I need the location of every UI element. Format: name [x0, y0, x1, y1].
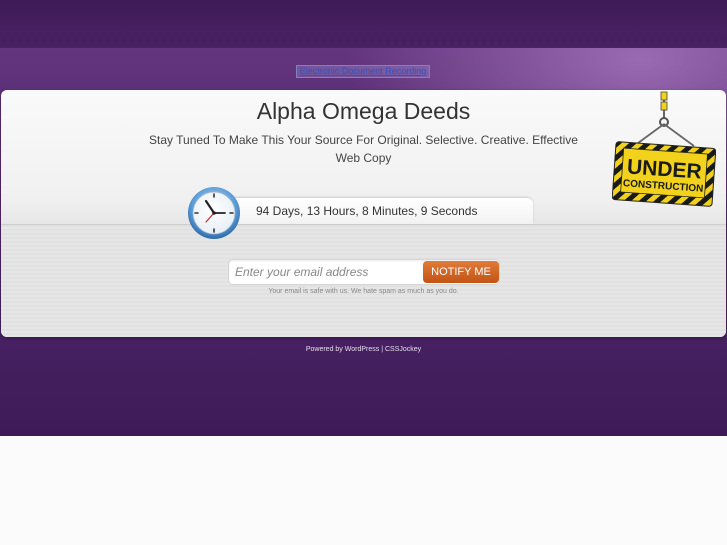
page: Electronic Document Recording Alpha Omeg…	[0, 0, 727, 545]
signup-form: NOTIFY ME	[228, 259, 500, 285]
countdown-text: 94 Days, 13 Hours, 8 Minutes, 9 Seconds	[256, 204, 478, 218]
footer: Powered by WordPress | CSSJockey	[0, 346, 727, 353]
spam-note: Your email is safe with us. We hate spam…	[268, 288, 459, 295]
zigzag-edge	[0, 38, 727, 52]
under-construction-sign: UNDER CONSTRUCTION	[612, 91, 716, 207]
notify-me-button[interactable]: NOTIFY ME	[423, 261, 499, 283]
site-tagline: Stay Tuned To Make This Your Source For …	[149, 133, 578, 165]
footer-powered-text: Powered by	[305, 346, 343, 353]
countdown-bar: 94 Days, 13 Hours, 8 Minutes, 9 Seconds	[223, 198, 533, 224]
card-divider	[1, 224, 726, 225]
top-link[interactable]: Electronic Document Recording	[296, 65, 430, 78]
email-field[interactable]	[235, 263, 419, 281]
cssjockey-link[interactable]: CSSJockey	[385, 346, 421, 353]
wordpress-link[interactable]: WordPress	[345, 346, 380, 353]
clock-icon	[188, 187, 240, 239]
footer-separator: |	[381, 346, 384, 353]
